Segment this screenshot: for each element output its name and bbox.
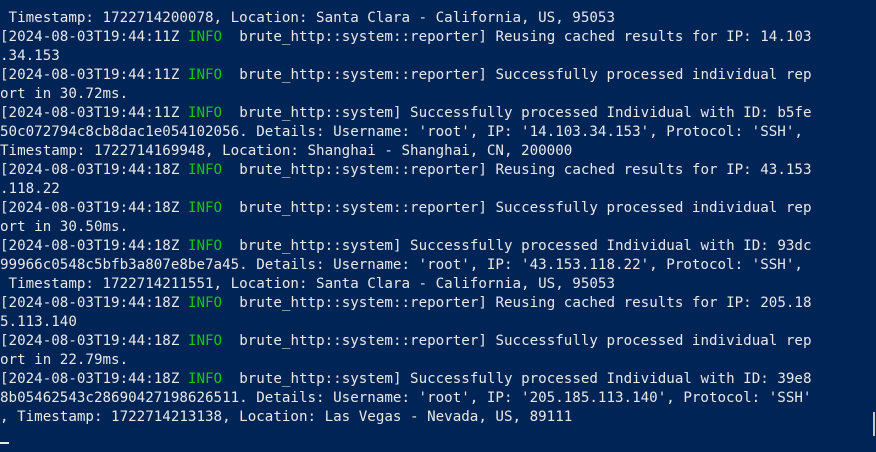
log-continuation-line: Timestamp: 1722714169948, Location: Shan… (0, 143, 573, 159)
log-message: Successfully processed individual rep (486, 200, 812, 216)
log-target: brute_http::system (239, 238, 393, 254)
log-continuation-line: Timestamp: 1722714200078, Location: Sant… (0, 10, 615, 26)
log-target: brute_http::system::reporter (239, 295, 479, 311)
log-line: [2024-08-03T19:44:11Z INFO brute_http::s… (0, 67, 812, 83)
log-target: brute_http::system::reporter (239, 67, 479, 83)
log-level: INFO (187, 162, 223, 178)
log-level: INFO (187, 200, 223, 216)
log-line: [2024-08-03T19:44:18Z INFO brute_http::s… (0, 200, 812, 216)
scrollbar-track[interactable] (872, 0, 876, 452)
log-line: [2024-08-03T19:44:18Z INFO brute_http::s… (0, 295, 812, 311)
log-message: Successfully processed individual rep (486, 333, 812, 349)
log-level: INFO (187, 333, 223, 349)
log-continuation-line: ort in 30.50ms. (0, 219, 129, 235)
log-level: INFO (187, 295, 223, 311)
log-message: Successfully processed Individual with I… (401, 105, 812, 121)
log-level: INFO (187, 238, 223, 254)
log-line: [2024-08-03T19:44:18Z INFO brute_http::s… (0, 371, 812, 387)
log-continuation-line: 8b05462543c28690427198626511. Details: U… (0, 390, 812, 406)
terminal-window[interactable]: Timestamp: 1722714200078, Location: Sant… (0, 0, 876, 452)
log-timestamp: 2024-08-03T19:44:18Z (8, 371, 180, 387)
log-timestamp: 2024-08-03T19:44:11Z (8, 105, 180, 121)
log-continuation-line: .118.22 (0, 181, 60, 197)
log-line: [2024-08-03T19:44:18Z INFO brute_http::s… (0, 333, 812, 349)
log-timestamp: 2024-08-03T19:44:18Z (8, 333, 180, 349)
log-line: [2024-08-03T19:44:11Z INFO brute_http::s… (0, 29, 812, 45)
log-message: Successfully processed individual rep (486, 67, 812, 83)
log-level: INFO (187, 29, 223, 45)
log-continuation-line: ort in 22.79ms. (0, 352, 129, 368)
log-timestamp: 2024-08-03T19:44:18Z (8, 162, 180, 178)
log-timestamp: 2024-08-03T19:44:18Z (8, 295, 180, 311)
log-continuation-line: ort in 30.72ms. (0, 86, 129, 102)
log-continuation-line: 50c072794c8cb8dac1e054102056. Details: U… (0, 124, 803, 140)
log-level: INFO (187, 67, 223, 83)
log-target: brute_http::system::reporter (239, 200, 479, 216)
log-timestamp: 2024-08-03T19:44:11Z (8, 29, 180, 45)
log-target: brute_http::system::reporter (239, 29, 479, 45)
log-line: [2024-08-03T19:44:11Z INFO brute_http::s… (0, 105, 812, 121)
log-target: brute_http::system::reporter (239, 333, 479, 349)
log-target: brute_http::system (239, 105, 393, 121)
log-message: Reusing cached results for IP: 205.18 (486, 295, 812, 311)
log-timestamp: 2024-08-03T19:44:18Z (8, 200, 180, 216)
log-continuation-line: 5.113.140 (0, 314, 77, 330)
log-timestamp: 2024-08-03T19:44:11Z (8, 67, 180, 83)
log-message: Successfully processed Individual with I… (401, 238, 812, 254)
log-continuation-line: 99966c0548c5bfb3a807e8be7a45. Details: U… (0, 257, 803, 273)
log-target: brute_http::system::reporter (239, 162, 479, 178)
log-message: Reusing cached results for IP: 43.153 (486, 162, 812, 178)
scrollbar-thumb[interactable] (873, 412, 875, 436)
log-line: [2024-08-03T19:44:18Z INFO brute_http::s… (0, 162, 812, 178)
log-timestamp: 2024-08-03T19:44:18Z (8, 238, 180, 254)
log-line: [2024-08-03T19:44:18Z INFO brute_http::s… (0, 238, 812, 254)
log-level: INFO (187, 371, 223, 387)
prompt-line[interactable] (0, 427, 876, 446)
log-level: INFO (187, 105, 223, 121)
text-cursor (0, 442, 9, 444)
log-message: Reusing cached results for IP: 14.103 (486, 29, 812, 45)
log-continuation-line: .34.153 (0, 48, 60, 64)
log-continuation-line: , Timestamp: 1722714213138, Location: La… (0, 409, 573, 425)
log-continuation-line: Timestamp: 1722714211551, Location: Sant… (0, 276, 615, 292)
log-target: brute_http::system (239, 371, 393, 387)
log-message: Successfully processed Individual with I… (401, 371, 812, 387)
